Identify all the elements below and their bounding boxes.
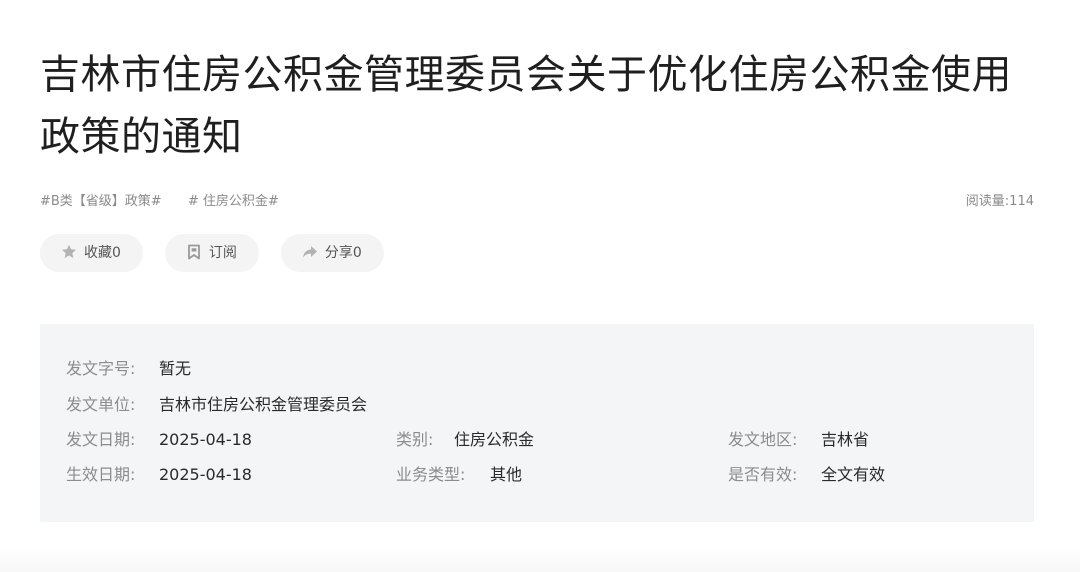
read-count: 阅读量:114 xyxy=(965,194,1034,209)
share-label: 分享0 xyxy=(324,245,362,261)
category-field: 类别: 住房公积金 xyxy=(396,429,534,451)
issuer-field: 发文单位: 吉林市住房公积金管理委员会 xyxy=(66,394,367,416)
business-type-value: 其他 xyxy=(490,465,523,484)
action-bar: 收藏0 订阅 分享0 xyxy=(40,234,406,272)
effective-date-field: 生效日期: 2025-04-18 xyxy=(66,464,252,486)
category-label: 类别: xyxy=(396,430,434,449)
business-type-label: 业务类型: xyxy=(396,465,466,484)
region-value: 吉林省 xyxy=(821,430,870,449)
tag-housing-fund[interactable]: # 住房公积金# xyxy=(188,190,279,209)
document-info-panel: 发文字号: 暂无 发文单位: 吉林市住房公积金管理委员会 发文日期: 2025-04-… xyxy=(40,324,1034,522)
bookmark-icon xyxy=(185,243,203,261)
validity-label: 是否有效: xyxy=(728,465,798,484)
article-meta: #B类【省级】政策# # 住房公积金# 阅读量:114 xyxy=(40,190,1034,210)
category-value: 住房公积金 xyxy=(454,430,535,449)
subscribe-label: 订阅 xyxy=(208,245,237,261)
effective-date-value: 2025-04-18 xyxy=(159,465,252,484)
star-icon xyxy=(60,243,78,261)
issue-date-field: 发文日期: 2025-04-18 xyxy=(66,429,252,451)
page-title: 吉林市住房公积金管理委员会关于优化住房公积金使用政策的通知 xyxy=(40,52,1012,160)
validity-field: 是否有效: 全文有效 xyxy=(728,464,885,486)
validity-value: 全文有效 xyxy=(821,465,886,484)
tag-list: #B类【省级】政策# # 住房公积金# xyxy=(40,190,301,209)
section-divider xyxy=(0,548,1080,572)
business-type-field: 业务类型: 其他 xyxy=(396,464,522,486)
share-icon xyxy=(301,243,319,261)
region-field: 发文地区: 吉林省 xyxy=(728,429,869,451)
issue-date-label: 发文日期: xyxy=(66,430,136,449)
tag-policy-level[interactable]: #B类【省级】政策# xyxy=(40,190,162,209)
doc-number-label: 发文字号: xyxy=(66,359,136,378)
favorite-button[interactable]: 收藏0 xyxy=(40,234,143,272)
doc-number-value: 暂无 xyxy=(159,359,192,378)
region-label: 发文地区: xyxy=(728,430,798,449)
effective-date-label: 生效日期: xyxy=(66,465,136,484)
issuer-label: 发文单位: xyxy=(66,395,136,414)
favorite-label: 收藏0 xyxy=(84,245,121,261)
subscribe-button[interactable]: 订阅 xyxy=(164,234,259,272)
share-button[interactable]: 分享0 xyxy=(280,234,384,272)
issue-date-value: 2025-04-18 xyxy=(159,430,252,449)
issuer-value: 吉林市住房公积金管理委员会 xyxy=(159,395,368,414)
doc-number-field: 发文字号: 暂无 xyxy=(66,358,191,380)
